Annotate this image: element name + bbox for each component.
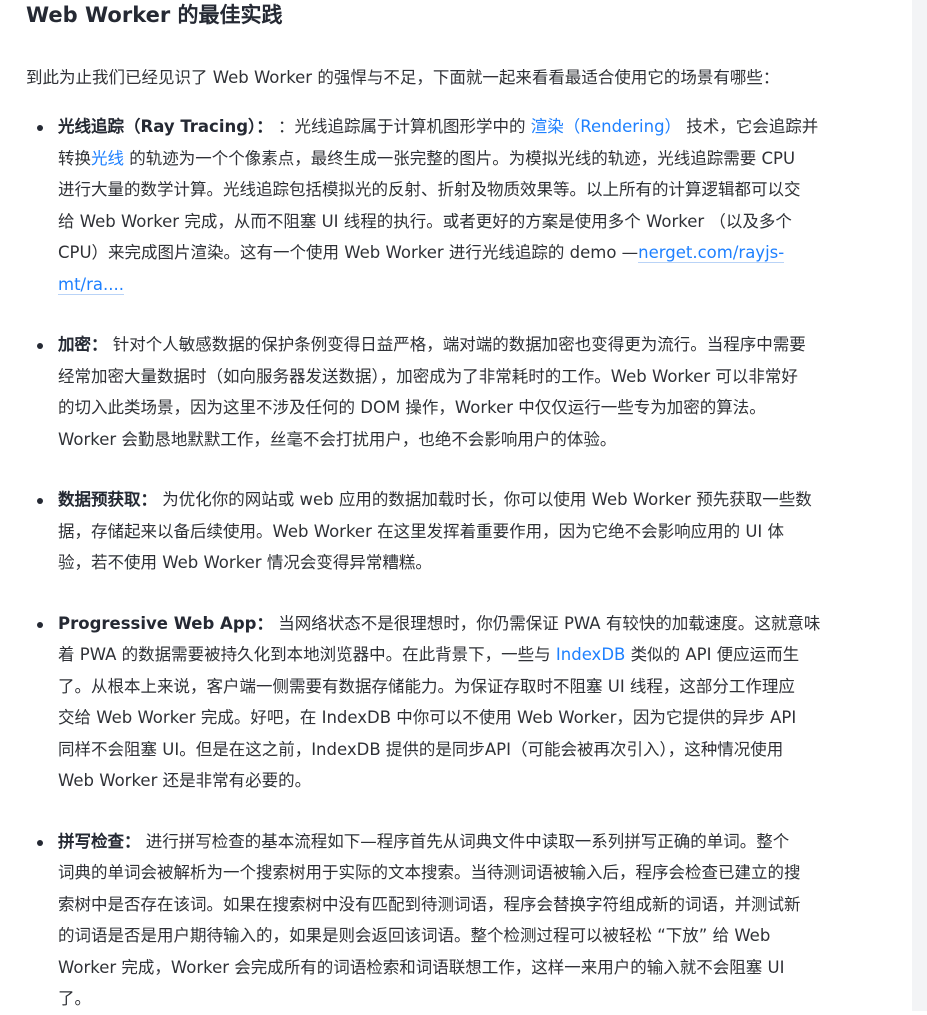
- text-line: 索树中是否存在该词。如果在搜索树中没有匹配到待测词语，程序会替换字符组成新的词语…: [58, 889, 888, 921]
- bullet-dot: [37, 343, 43, 349]
- text-segment: 索树中是否存在该词。如果在搜索树中没有匹配到待测词语，程序会替换字符组成新的词语…: [58, 894, 801, 914]
- text-line: Worker 完成，Worker 会完成所有的词语检索和词语联想工作，这样一来用…: [58, 952, 888, 984]
- text-line: mt/ra....: [58, 269, 888, 301]
- item-title: 数据预获取：: [58, 490, 157, 509]
- text-line: 同样不会阻塞 UI。但是在这之前，IndexDB 提供的是同步API（可能会被再…: [58, 734, 888, 766]
- text-line: 的词语是否是用户期待输入的，如果是则会返回该词语。整个检测过程可以被轻松 “下放…: [58, 920, 888, 952]
- list-item: 数据预获取： 为优化你的网站或 web 应用的数据加载时长，你可以使用 Web …: [26, 484, 888, 579]
- text-line: 给 Web Worker 完成，从而不阻塞 UI 线程的执行。或者更好的方案是使…: [58, 206, 888, 238]
- text-line: 拼写检查： 进行拼写检查的基本流程如下—程序首先从词典文件中读取一系列拼写正确的…: [58, 826, 888, 858]
- text-segment: 的词语是否是用户期待输入的，如果是则会返回该词语。整个检测过程可以被轻松 “下放…: [58, 926, 771, 945]
- text-segment: 经常加密大量数据时（如向服务器发送数据），加密成为了非常耗时的工作。Web Wo…: [58, 366, 798, 386]
- list-item: 光线追踪（Ray Tracing）： ：光线追踪属于计算机图形学中的 渲染（Re…: [26, 111, 888, 300]
- text-segment: Worker 会勤恳地默默工作，丝毫不会打扰用户，也绝不会影响用户的体验。: [58, 429, 617, 449]
- bullet-dot: [37, 498, 43, 504]
- text-segment: 同样不会阻塞 UI。但是在这之前，IndexDB 提供的是同步API（可能会被再…: [58, 739, 784, 759]
- text-segment: Web Worker 还是非常有必要的。: [58, 771, 312, 790]
- text-segment: Worker 完成，Worker 会完成所有的词语检索和词语联想工作，这样一来用…: [58, 957, 785, 977]
- text-line: 验，若不使用 Web Worker 情况会变得异常糟糕。: [58, 547, 888, 579]
- bullet-dot: [37, 839, 43, 846]
- item-title: 加密：: [58, 335, 108, 354]
- text-line: 着 PWA 的数据需要被持久化到本地浏览器中。在此背景下，一些与 IndexDB…: [58, 639, 888, 671]
- text-line: 加密： 针对个人敏感数据的保护条例变得日益严格，端对端的数据加密也变得更为流行。…: [58, 329, 888, 361]
- item-title: 拼写检查：: [58, 831, 141, 851]
- list-item: 拼写检查： 进行拼写检查的基本流程如下—程序首先从词典文件中读取一系列拼写正确的…: [26, 826, 888, 1015]
- text-line: Web Worker 还是非常有必要的。: [58, 765, 888, 797]
- text-line: 了。从根本上来说，客户端一侧需要有数据存储能力。为保证存取时不阻塞 UI 线程，…: [58, 671, 888, 703]
- text-segment: 进行拼写检查的基本流程如下—程序首先从词典文件中读取一系列拼写正确的单词。整个: [145, 831, 790, 851]
- text-segment: 技术，它会追踪并: [681, 117, 819, 136]
- text-segment: 了。从根本上来说，客户端一侧需要有数据存储能力。为保证存取时不阻塞 UI 线程，…: [58, 676, 795, 696]
- text-segment: 给 Web Worker 完成，从而不阻塞 UI 线程的执行。或者更好的方案是使…: [58, 211, 792, 231]
- list-item: 加密： 针对个人敏感数据的保护条例变得日益严格，端对端的数据加密也变得更为流行。…: [26, 329, 888, 455]
- item-title: 光线追踪（Ray Tracing）：: [58, 117, 273, 136]
- text-segment: 的切入此类场景，因为这里不涉及任何的 DOM 操作，Worker 中仅仅运行一些…: [58, 398, 766, 417]
- intro-paragraph: 到此为止我们已经见识了 Web Worker 的强悍与不足，下面就一起来看看最适…: [26, 68, 780, 87]
- text-segment: CPU）来完成图片渲染。这有一个使用 Web Worker 进行光线追踪的 de…: [58, 243, 639, 262]
- text-line: 光线追踪（Ray Tracing）： ：光线追踪属于计算机图形学中的 渲染（Re…: [58, 111, 888, 143]
- text-line: 的切入此类场景，因为这里不涉及任何的 DOM 操作，Worker 中仅仅运行一些…: [58, 392, 888, 424]
- page-scrollbar-track[interactable]: [912, 0, 927, 1011]
- text-line: 词典的单词会被解析为一个搜索树用于实际的文本搜索。当待测词语被输入后，程序会检查…: [58, 857, 888, 889]
- text-line: 交给 Web Worker 完成。好吧，在 IndexDB 中你可以不使用 We…: [58, 702, 888, 734]
- text-segment: 着 PWA 的数据需要被持久化到本地浏览器中。在此背景下，一些与: [58, 645, 556, 664]
- text-segment: 为优化你的网站或 web 应用的数据加载时长，你可以使用 Web Worker …: [162, 490, 812, 509]
- inline-link[interactable]: nerget.com/rayjs-: [638, 243, 785, 263]
- text-segment: 进行大量的数学计算。光线追踪包括模拟光的反射、折射及物质效果等。以上所有的计算逻…: [58, 180, 801, 199]
- inline-link[interactable]: 渲染（Rendering）: [531, 117, 681, 136]
- text-segment: ：光线追踪属于计算机图形学中的: [278, 117, 531, 136]
- item-title: Progressive Web App：: [58, 613, 273, 633]
- inline-link[interactable]: IndexDB: [556, 645, 625, 664]
- text-line: CPU）来完成图片渲染。这有一个使用 Web Worker 进行光线追踪的 de…: [58, 237, 888, 269]
- bullet-dot: [37, 125, 43, 131]
- text-line: 进行大量的数学计算。光线追踪包括模拟光的反射、折射及物质效果等。以上所有的计算逻…: [58, 174, 888, 206]
- text-segment: 转换: [58, 148, 91, 168]
- text-segment: 据，存储起来以备后续使用。Web Worker 在这里发挥着重要作用，因为它绝不…: [58, 521, 785, 541]
- text-line: Progressive Web App： 当网络状态不是很理想时，你仍需保证 P…: [58, 608, 888, 640]
- inline-link[interactable]: mt/ra....: [58, 274, 124, 295]
- text-line: 经常加密大量数据时（如向服务器发送数据），加密成为了非常耗时的工作。Web Wo…: [58, 361, 888, 393]
- text-line: 了。: [58, 983, 888, 1015]
- text-segment: 交给 Web Worker 完成。好吧，在 IndexDB 中你可以不使用 We…: [58, 708, 797, 727]
- article-content: Web Worker 的最佳实践 到此为止我们已经见识了 Web Worker …: [26, 0, 888, 1015]
- practice-list: 光线追踪（Ray Tracing）： ：光线追踪属于计算机图形学中的 渲染（Re…: [26, 111, 888, 1015]
- list-item: Progressive Web App： 当网络状态不是很理想时，你仍需保证 P…: [26, 608, 888, 797]
- text-line: 据，存储起来以备后续使用。Web Worker 在这里发挥着重要作用，因为它绝不…: [58, 516, 888, 548]
- text-segment: 类似的 API 便应运而生: [625, 645, 800, 664]
- text-segment: 的轨迹为一个个像素点，最终生成一张完整的图片。为模拟光线的轨迹，光线追踪需要 C…: [124, 148, 796, 168]
- section-heading: Web Worker 的最佳实践: [26, 3, 283, 27]
- inline-link[interactable]: 光线: [91, 149, 124, 168]
- text-line: Worker 会勤恳地默默工作，丝毫不会打扰用户，也绝不会影响用户的体验。: [58, 424, 888, 456]
- text-segment: 词典的单词会被解析为一个搜索树用于实际的文本搜索。当待测词语被输入后，程序会检查…: [58, 863, 801, 882]
- bullet-dot: [37, 621, 43, 628]
- text-segment: 了。: [58, 989, 91, 1008]
- text-line: 数据预获取： 为优化你的网站或 web 应用的数据加载时长，你可以使用 Web …: [58, 484, 888, 516]
- text-line: 转换光线 的轨迹为一个个像素点，最终生成一张完整的图片。为模拟光线的轨迹，光线追…: [58, 143, 888, 175]
- text-segment: 针对个人敏感数据的保护条例变得日益严格，端对端的数据加密也变得更为流行。当程序中…: [112, 335, 806, 354]
- text-segment: 当网络状态不是很理想时，你仍需保证 PWA 有较快的加载速度。这就意味: [278, 613, 821, 633]
- text-segment: 验，若不使用 Web Worker 情况会变得异常糟糕。: [58, 553, 432, 572]
